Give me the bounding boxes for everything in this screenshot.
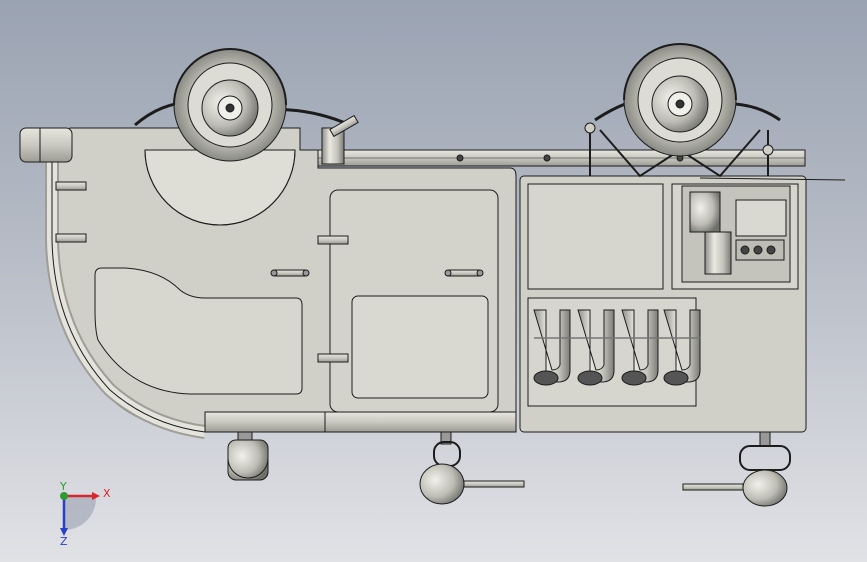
caster-left [227, 431, 269, 481]
z-axis-label: Z [60, 535, 68, 548]
left-housing [19, 127, 517, 439]
y-axis-label: Y [59, 480, 67, 493]
cad-model-drawing: X Y Z [19, 43, 846, 548]
y-axis-dot [60, 492, 68, 500]
cad-viewport[interactable]: X Y Z [0, 0, 867, 562]
right-housing [519, 175, 807, 433]
axis-triad: X Y Z [59, 480, 111, 548]
x-axis-label: X [103, 487, 111, 500]
caster-middle [419, 431, 525, 505]
caster-right [682, 431, 791, 507]
